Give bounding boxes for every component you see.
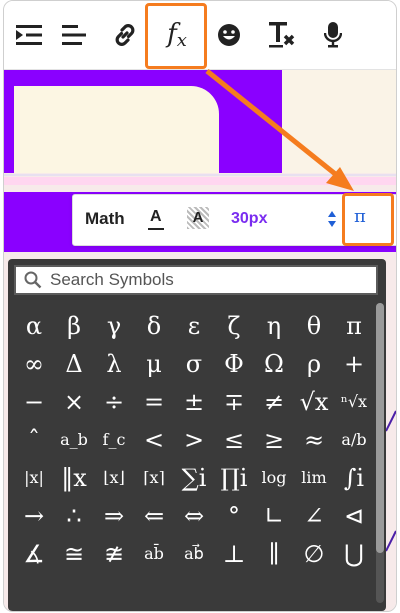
annotation-arrow [205,69,354,191]
editor-frame: fx Math A A 30px π Search Symbols α β γ … [3,0,397,612]
